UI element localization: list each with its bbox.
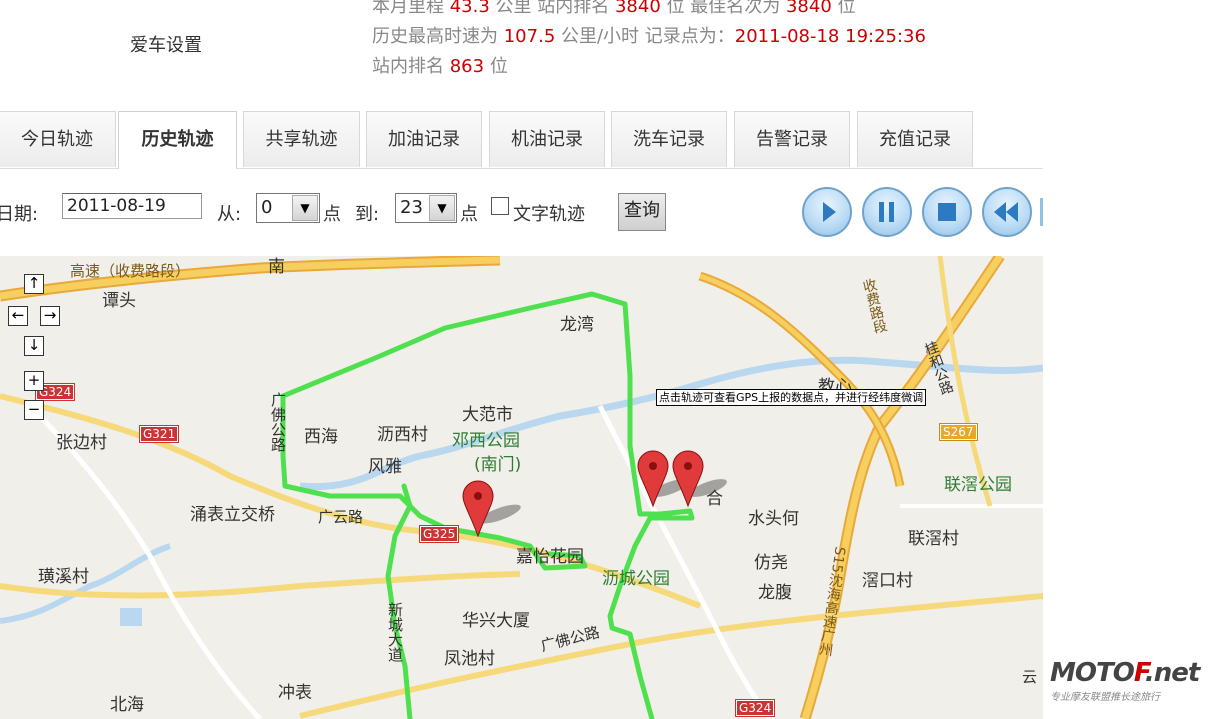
play-button[interactable] bbox=[802, 187, 852, 237]
record-time-value: 2011-08-18 19:25:36 bbox=[734, 26, 926, 47]
map-label: 风雅 bbox=[368, 457, 402, 477]
rewind-button[interactable] bbox=[982, 187, 1032, 237]
track-map[interactable]: 谭头 高速（收费路段） 南 龙湾 大范市 西海 沥西村 邓西公园 (南门) 风雅… bbox=[0, 256, 1043, 719]
watermark-subtitle: 专业摩友联盟推长途旅行 bbox=[1050, 692, 1160, 703]
map-label: 云 bbox=[1022, 668, 1038, 686]
to-hour-value: 23 bbox=[400, 197, 423, 218]
map-label: 沥城公园 bbox=[602, 569, 670, 589]
map-label: 合 bbox=[706, 489, 723, 509]
monthly-mileage-line: 本月里程 43.3 公里 站内排名 3840 位 最佳名次为 3840 位 bbox=[372, 0, 926, 22]
best-rank-value: 3840 bbox=[785, 0, 832, 17]
tab-oil-record[interactable]: 机油记录 bbox=[489, 111, 605, 167]
stat-text: 公里/小时 记录点为： bbox=[555, 26, 735, 47]
text-track-checkbox[interactable] bbox=[491, 197, 509, 215]
query-button[interactable]: 查询 bbox=[618, 193, 666, 231]
stat-text: 位 bbox=[484, 56, 508, 77]
map-label: 凤池村 bbox=[444, 649, 495, 669]
date-label: 日期: bbox=[0, 204, 39, 225]
map-label: 广云路 bbox=[318, 508, 364, 526]
map-label: 大范市 bbox=[462, 405, 513, 425]
map-label: 高速（收费路段） bbox=[70, 262, 191, 280]
road-shield: S267 bbox=[939, 423, 978, 441]
stop-icon bbox=[938, 203, 956, 221]
play-icon bbox=[823, 202, 836, 222]
map-label: 龙腹 bbox=[758, 583, 792, 603]
tab-recharge-record[interactable]: 充值记录 bbox=[857, 111, 973, 167]
stat-text: 位 bbox=[831, 0, 856, 17]
chevron-down-icon[interactable]: ▼ bbox=[292, 195, 318, 221]
map-label: 龙湾 bbox=[560, 315, 594, 335]
map-label: 邓西公园 bbox=[452, 431, 520, 451]
map-label: 联滘公园 bbox=[944, 475, 1012, 495]
road-shield: G324 bbox=[734, 699, 776, 717]
map-label: 华兴大厦 bbox=[462, 611, 530, 631]
record-tabs: 今日轨迹 历史轨迹 共享轨迹 加油记录 机油记录 洗车记录 告警记录 充值记录 bbox=[0, 110, 1043, 169]
map-tooltip: 点击轨迹可查看GPS上报的数据点，并进行经纬度微调 bbox=[656, 389, 927, 406]
map-label: 璜溪村 bbox=[38, 567, 89, 587]
map-label: 嘉怡花园 bbox=[516, 547, 584, 567]
zoom-out-button[interactable]: − bbox=[24, 400, 44, 420]
max-speed-value: 107.5 bbox=[503, 26, 556, 47]
pan-right-button[interactable]: → bbox=[40, 306, 60, 326]
map-label: 谭头 bbox=[102, 291, 136, 311]
map-label: 水头何 bbox=[748, 509, 799, 529]
to-hour-select[interactable]: 23 ▼ bbox=[395, 193, 457, 223]
to-label: 到: bbox=[355, 204, 380, 225]
map-label: 联滘村 bbox=[908, 529, 959, 549]
stat-text: 公里 站内排名 bbox=[489, 0, 615, 17]
watermark-text: F bbox=[1133, 658, 1146, 688]
road-shield: G325 bbox=[418, 525, 460, 543]
menu-car-settings[interactable]: 爱车设置 bbox=[130, 31, 202, 57]
watermark-logo: MOTOF.net bbox=[1050, 658, 1200, 688]
from-hour-select[interactable]: 0 ▼ bbox=[256, 193, 320, 223]
pan-down-button[interactable]: ↓ bbox=[24, 336, 44, 356]
map-label: 涌表立交桥 bbox=[190, 505, 275, 525]
road-shield: G321 bbox=[138, 425, 180, 443]
tab-wash-record[interactable]: 洗车记录 bbox=[611, 111, 727, 167]
mileage-value: 43.3 bbox=[449, 0, 490, 17]
watermark-text: MOTO bbox=[1050, 658, 1135, 688]
watermark-text: .net bbox=[1144, 658, 1200, 688]
tab-fuel-record[interactable]: 加油记录 bbox=[366, 111, 482, 167]
text-track-label: 文字轨迹 bbox=[513, 204, 585, 225]
chevron-down-icon[interactable]: ▼ bbox=[429, 195, 455, 221]
map-label: 滘口村 bbox=[862, 571, 913, 591]
rank-value: 3840 bbox=[614, 0, 661, 17]
map-label: 仿尧 bbox=[754, 553, 788, 573]
map-label: 南 bbox=[268, 257, 285, 277]
tab-alarm-record[interactable]: 告警记录 bbox=[734, 111, 850, 167]
from-label: 从: bbox=[217, 204, 242, 225]
date-input[interactable]: 2011-08-19 bbox=[62, 193, 202, 219]
from-hour-value: 0 bbox=[261, 197, 273, 218]
map-label: 新城大道 bbox=[386, 602, 404, 662]
zoom-in-button[interactable]: + bbox=[24, 371, 44, 391]
stat-text: 历史最高时速为 bbox=[372, 26, 504, 47]
hour-unit-label: 点 bbox=[323, 204, 341, 225]
map-label: 沥西村 bbox=[377, 425, 428, 445]
tab-shared-track[interactable]: 共享轨迹 bbox=[243, 111, 360, 167]
map-label: 北海 bbox=[110, 695, 144, 715]
stat-text: 站内排名 bbox=[372, 56, 450, 77]
stats-panel: 本月里程 43.3 公里 站内排名 3840 位 最佳名次为 3840 位 历史… bbox=[372, 0, 926, 82]
hour-unit-label: 点 bbox=[460, 204, 478, 225]
map-label: (南门) bbox=[474, 455, 522, 475]
pause-icon bbox=[879, 202, 894, 222]
map-label: 冲表 bbox=[278, 683, 312, 703]
tab-today-track[interactable]: 今日轨迹 bbox=[0, 111, 116, 167]
tab-history-track[interactable]: 历史轨迹 bbox=[118, 111, 237, 169]
rewind-icon bbox=[994, 202, 1018, 222]
stat-text: 位 最佳名次为 bbox=[660, 0, 786, 17]
map-label: 西海 bbox=[304, 427, 338, 447]
pan-left-button[interactable]: ← bbox=[8, 306, 28, 326]
stat-text: 本月里程 bbox=[372, 0, 450, 17]
pan-up-button[interactable]: ↑ bbox=[24, 274, 44, 294]
pause-button[interactable] bbox=[862, 187, 912, 237]
next-control-edge bbox=[1040, 198, 1043, 226]
max-speed-line: 历史最高时速为 107.5 公里/小时 记录点为：2011-08-18 19:2… bbox=[372, 22, 926, 52]
stop-button[interactable] bbox=[922, 187, 972, 237]
site-rank-line: 站内排名 863 位 bbox=[372, 52, 926, 82]
site-rank-value: 863 bbox=[449, 56, 485, 77]
map-label: 张边村 bbox=[56, 433, 107, 453]
map-label: 广佛公路 bbox=[269, 392, 287, 452]
